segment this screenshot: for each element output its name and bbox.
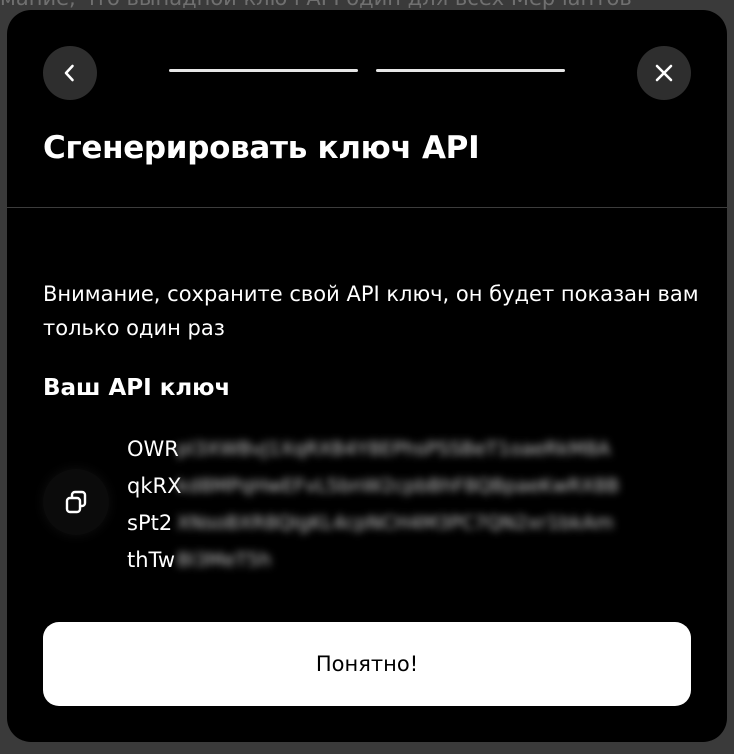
- api-key-visible-part: OWR: [127, 437, 179, 461]
- api-key-blurred-part: XNsoBXR8QIgKL4cpNCH4M3PC7QN2xr1bkAm: [177, 512, 614, 534]
- copy-button[interactable]: [43, 469, 109, 535]
- api-key-visible-part: thTw: [127, 548, 176, 572]
- api-key-visible-part: sPt2: [127, 511, 173, 535]
- confirm-button[interactable]: Понятно!: [43, 622, 691, 706]
- copy-icon: [65, 490, 87, 514]
- modal-title: Сгенерировать ключ API: [43, 130, 480, 166]
- chevron-left-icon: [64, 64, 74, 82]
- api-key-line: OWR pl3XWBvJ1XqRXB4Y8EPhsPSSBeT1oaeRkM8A: [127, 431, 697, 468]
- api-key-heading: Ваш API ключ: [43, 375, 231, 401]
- progress-step-2: [376, 69, 565, 72]
- api-key-blurred-part: Bl3MeT5h: [177, 549, 272, 571]
- back-button[interactable]: [43, 46, 97, 100]
- progress-step-1: [169, 69, 358, 72]
- api-key-value: OWR pl3XWBvJ1XqRXB4Y8EPhsPSSBeT1oaeRkM8A…: [127, 431, 697, 579]
- warning-text: Внимание, сохраните свой API ключ, он бу…: [43, 282, 699, 340]
- divider: [7, 207, 727, 208]
- api-key-blurred-part: kd8MPqHwEFvL5bnW2cpbBhF8QBpaeKwRX8B: [177, 475, 620, 497]
- api-key-line: thTw Bl3MeT5h: [127, 542, 697, 579]
- close-icon: [655, 64, 673, 82]
- api-key-line: sPt2 XNsoBXR8QIgKL4cpNCH4M3PC7QN2xr1bkAm: [127, 505, 697, 542]
- api-key-line: qkRX kd8MPqHwEFvL5bnW2cpbBhF8QBpaeKwRX8B: [127, 468, 697, 505]
- api-key-modal: Сгенерировать ключ API Внимание, сохрани…: [7, 10, 727, 742]
- api-key-blurred-part: pl3XWBvJ1XqRXB4Y8EPhsPSSBeT1oaeRkM8A: [177, 438, 611, 460]
- backdrop-text: мание, что выпадной ключ API один для вс…: [0, 0, 734, 10]
- api-key-visible-part: qkRX: [127, 474, 182, 498]
- close-button[interactable]: [637, 46, 691, 100]
